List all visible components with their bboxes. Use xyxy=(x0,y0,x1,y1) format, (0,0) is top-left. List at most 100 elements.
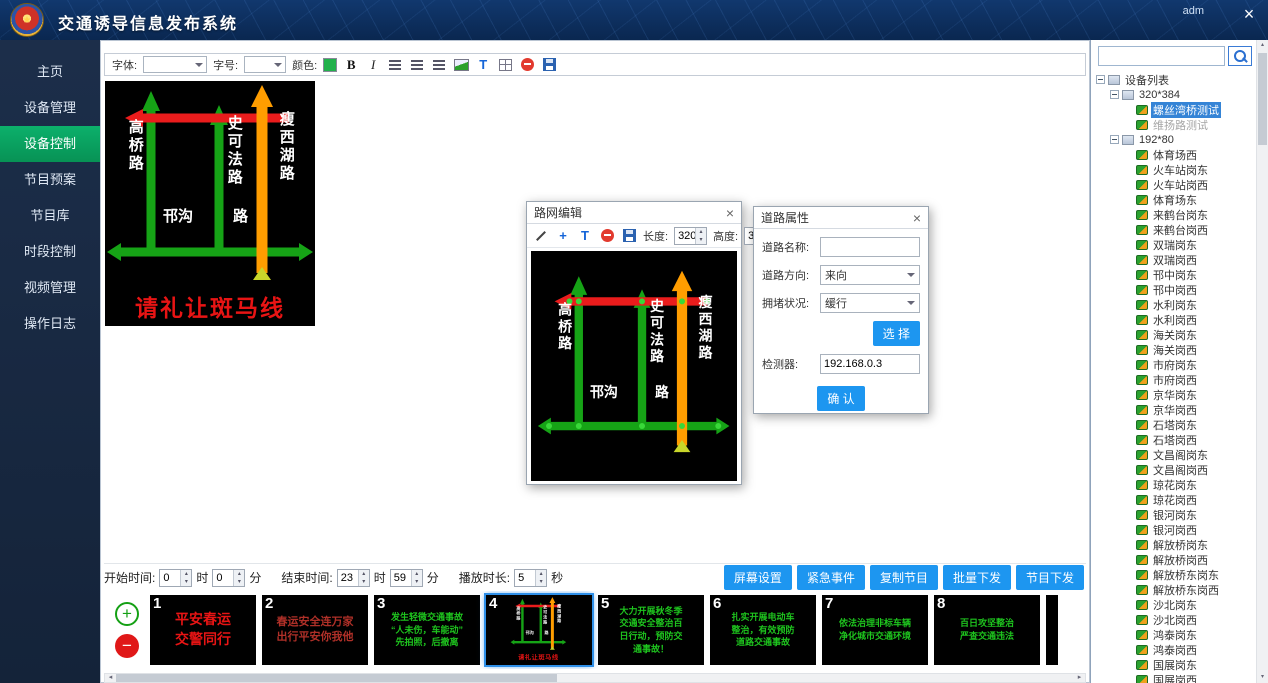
device-item-解放桥东岗西[interactable]: 解放桥东岗西 xyxy=(1091,582,1256,597)
device-item-来鹤台岗东[interactable]: 来鹤台岗东 xyxy=(1091,207,1256,222)
device-item-解放桥岗西[interactable]: 解放桥岗西 xyxy=(1091,552,1256,567)
playlist-item-7[interactable]: 依法治理非标车辆净化城市交通环境7 xyxy=(822,595,928,665)
device-item-海关岗东[interactable]: 海关岗东 xyxy=(1091,327,1256,342)
device-item-沙北岗西[interactable]: 沙北岗西 xyxy=(1091,612,1256,627)
props-titlebar[interactable]: 道路属性 × xyxy=(754,207,928,229)
spin-up-icon[interactable]: ▴ xyxy=(234,570,244,578)
device-item-石塔岗东[interactable]: 石塔岗东 xyxy=(1091,417,1256,432)
insert-image-button[interactable] xyxy=(453,56,469,73)
align-center-button[interactable] xyxy=(409,56,425,73)
delete-button[interactable] xyxy=(519,56,535,73)
action-批量下发[interactable]: 批量下发 xyxy=(943,565,1011,590)
device-item-体育场西[interactable]: 体育场西 xyxy=(1091,147,1256,162)
align-right-button[interactable] xyxy=(431,56,447,73)
confirm-button[interactable]: 确 认 xyxy=(817,386,864,411)
scroll-down-icon[interactable]: ▾ xyxy=(1257,672,1268,683)
sidebar-item-设备管理[interactable]: 设备管理 xyxy=(0,90,100,126)
device-item-琼花岗西[interactable]: 琼花岗西 xyxy=(1091,492,1256,507)
username[interactable]: adm xyxy=(1183,5,1204,17)
device-item-银河岗东[interactable]: 银河岗东 xyxy=(1091,507,1256,522)
scrollbar-thumb[interactable] xyxy=(116,674,557,682)
start-minute-input[interactable] xyxy=(213,570,233,586)
playlist-item-4[interactable]: 高桥路 史可法路 瘦西湖路 邗沟 路 请礼让斑马线 4 xyxy=(486,595,592,665)
add-node-tool[interactable]: + xyxy=(555,227,571,244)
device-item-石塔岗西[interactable]: 石塔岗西 xyxy=(1091,432,1256,447)
device-search-input[interactable] xyxy=(1098,46,1225,66)
device-item-京华岗西[interactable]: 京华岗西 xyxy=(1091,402,1256,417)
playlist-item-partial[interactable] xyxy=(1046,595,1058,665)
playlist-item-6[interactable]: 扎实开展电动车整治，有效预防道路交通事故6 xyxy=(710,595,816,665)
device-item-火车站岗东[interactable]: 火车站岗东 xyxy=(1091,162,1256,177)
sidebar-item-节目预案[interactable]: 节目预案 xyxy=(0,162,100,198)
congestion-select[interactable]: 缓行 xyxy=(820,293,920,313)
end-minute-input[interactable] xyxy=(391,570,411,586)
playlist-item-2[interactable]: 春运安全连万家出行平安你我他2 xyxy=(262,595,368,665)
spin-down-icon[interactable]: ▾ xyxy=(359,578,369,586)
save-button[interactable] xyxy=(541,56,557,73)
detector-input[interactable] xyxy=(820,354,920,374)
action-屏幕设置[interactable]: 屏幕设置 xyxy=(724,565,792,590)
sidebar-item-操作日志[interactable]: 操作日志 xyxy=(0,306,100,342)
close-icon[interactable]: × xyxy=(726,205,734,221)
sidebar-item-节目库[interactable]: 节目库 xyxy=(0,198,100,234)
tree-root[interactable]: 设备列表 xyxy=(1091,72,1256,87)
color-swatch[interactable] xyxy=(323,58,337,72)
duration-spinner[interactable]: ▴▾ xyxy=(514,569,547,587)
device-item-琼花岗东[interactable]: 琼花岗东 xyxy=(1091,477,1256,492)
device-item-文昌阁岗西[interactable]: 文昌阁岗西 xyxy=(1091,462,1256,477)
spin-down-icon[interactable]: ▾ xyxy=(181,578,191,586)
end-hour-spinner[interactable]: ▴▾ xyxy=(337,569,370,587)
collapse-icon[interactable] xyxy=(1110,135,1119,144)
align-left-button[interactable] xyxy=(387,56,403,73)
device-item-邗中岗东[interactable]: 邗中岗东 xyxy=(1091,267,1256,282)
device-item-市府岗西[interactable]: 市府岗西 xyxy=(1091,372,1256,387)
road-name-input[interactable] xyxy=(820,237,920,257)
sidebar-item-时段控制[interactable]: 时段控制 xyxy=(0,234,100,270)
device-group-320*384[interactable]: 320*384 xyxy=(1091,87,1256,102)
scrollbar-thumb[interactable] xyxy=(1258,53,1267,145)
font-family-select[interactable] xyxy=(143,56,207,73)
length-input[interactable] xyxy=(675,228,695,244)
device-item-火车站岗西[interactable]: 火车站岗西 xyxy=(1091,177,1256,192)
add-frame-button[interactable]: + xyxy=(115,602,139,626)
device-item-螺丝湾桥测试[interactable]: 螺丝湾桥测试 xyxy=(1091,102,1256,117)
device-item-银河岗西[interactable]: 银河岗西 xyxy=(1091,522,1256,537)
select-detector-button[interactable]: 选 择 xyxy=(873,321,920,346)
device-item-水利岗西[interactable]: 水利岗西 xyxy=(1091,312,1256,327)
playlist-item-5[interactable]: 大力开展秋冬季交通安全整治百日行动，预防交通事故！5 xyxy=(598,595,704,665)
device-item-水利岗东[interactable]: 水利岗东 xyxy=(1091,297,1256,312)
end-minute-spinner[interactable]: ▴▾ xyxy=(390,569,423,587)
spin-down-icon[interactable]: ▾ xyxy=(696,236,706,244)
device-item-双瑞岗西[interactable]: 双瑞岗西 xyxy=(1091,252,1256,267)
action-节目下发[interactable]: 节目下发 xyxy=(1016,565,1084,590)
direction-select[interactable]: 来向 xyxy=(820,265,920,285)
device-item-文昌阁岗东[interactable]: 文昌阁岗东 xyxy=(1091,447,1256,462)
action-复制节目[interactable]: 复制节目 xyxy=(870,565,938,590)
delete-tool[interactable] xyxy=(599,227,615,244)
search-icon[interactable] xyxy=(1228,46,1252,66)
horizontal-scrollbar[interactable]: ◂ ▸ xyxy=(104,673,1086,683)
text-tool[interactable]: T xyxy=(577,227,593,244)
scrollbar-track[interactable] xyxy=(116,674,1074,682)
spin-up-icon[interactable]: ▴ xyxy=(181,570,191,578)
bold-button[interactable]: B xyxy=(343,56,359,73)
device-item-市府岗东[interactable]: 市府岗东 xyxy=(1091,357,1256,372)
start-hour-input[interactable] xyxy=(160,570,180,586)
device-item-邗中岗西[interactable]: 邗中岗西 xyxy=(1091,282,1256,297)
remove-frame-button[interactable]: − xyxy=(115,634,139,658)
action-紧急事件[interactable]: 紧急事件 xyxy=(797,565,865,590)
device-item-解放桥东岗东[interactable]: 解放桥东岗东 xyxy=(1091,567,1256,582)
collapse-icon[interactable] xyxy=(1096,75,1105,84)
device-item-体育场东[interactable]: 体育场东 xyxy=(1091,192,1256,207)
spin-up-icon[interactable]: ▴ xyxy=(696,228,706,236)
spin-up-icon[interactable]: ▴ xyxy=(412,570,422,578)
device-group-192*80[interactable]: 192*80 xyxy=(1091,132,1256,147)
playlist-item-3[interactable]: 发生轻微交通事故“人未伤，车能动”先拍照，后撤离3 xyxy=(374,595,480,665)
italic-button[interactable]: I xyxy=(365,56,381,73)
sidebar-item-视频管理[interactable]: 视频管理 xyxy=(0,270,100,306)
collapse-icon[interactable] xyxy=(1110,90,1119,99)
scroll-up-icon[interactable]: ▴ xyxy=(1257,40,1268,51)
close-icon[interactable]: × xyxy=(1238,4,1260,25)
device-item-双瑞岗东[interactable]: 双瑞岗东 xyxy=(1091,237,1256,252)
start-minute-spinner[interactable]: ▴▾ xyxy=(212,569,245,587)
